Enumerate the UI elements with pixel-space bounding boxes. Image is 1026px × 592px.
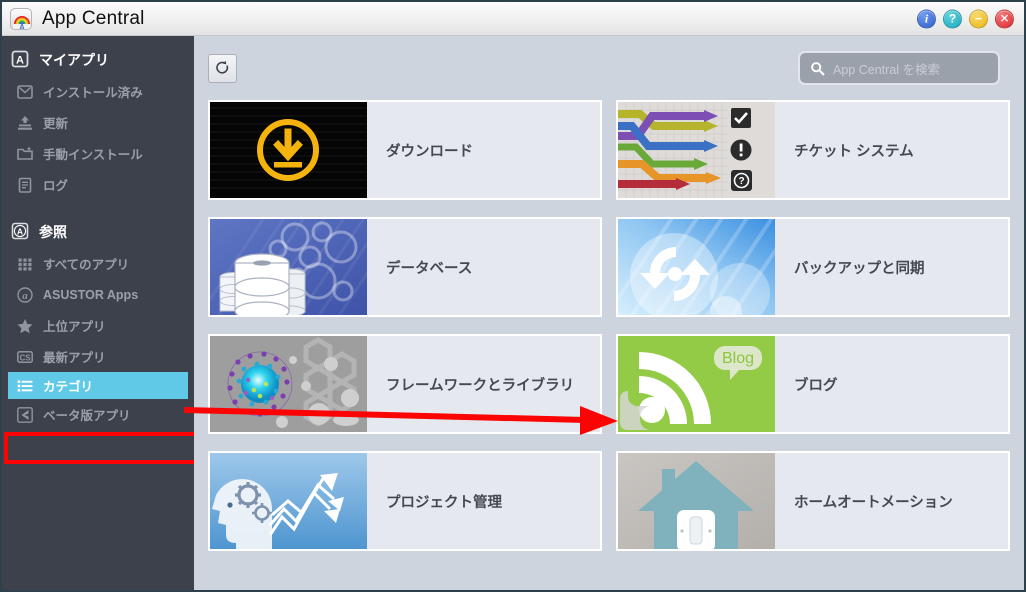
home-automation-thumb [618, 453, 775, 549]
sidebar-header-browse-label: 参照 [39, 224, 67, 240]
sidebar-item-top-apps[interactable]: 上位アプリ [2, 310, 194, 341]
boxed-a-icon: A [10, 49, 30, 72]
sidebar-item-installed[interactable]: インストール済み [2, 76, 194, 107]
blog-thumb: Blog [618, 336, 775, 432]
minimize-button[interactable]: − [969, 9, 988, 28]
sidebar-item-category-label: カテゴリ [43, 380, 94, 394]
category-list-icon [16, 377, 34, 395]
category-card-project-management-label: プロジェクト管理 [386, 494, 502, 511]
info-button[interactable]: i [917, 9, 936, 28]
sidebar: A マイアプリ インストール済み 更新 手動インストール ログ A 参照 すべて… [2, 36, 198, 590]
sidebar-item-all-apps-label: すべてのアプリ [43, 258, 130, 272]
sidebar-header-my-apps: A マイアプリ [2, 44, 194, 76]
latest-cs-icon: CS [16, 348, 34, 366]
sidebar-item-beta-apps[interactable]: ベータ版アプリ [2, 399, 194, 430]
folder-plus-icon [16, 145, 34, 163]
blog-badge-text: Blog [722, 350, 754, 367]
sidebar-header-browse: A 参照 [2, 216, 194, 248]
update-upload-icon [16, 114, 34, 132]
svg-text:A: A [17, 226, 23, 236]
toolbar: App Central を検索 [194, 36, 1024, 100]
category-card-ticket-system[interactable]: ? チケット システム [616, 100, 1010, 200]
category-card-database-label: データベース [386, 260, 473, 277]
log-document-icon [16, 176, 34, 194]
download-thumb [210, 102, 367, 198]
sidebar-item-log[interactable]: ログ [2, 169, 194, 200]
sidebar-group-browse: A 参照 すべてのアプリ a ASUSTOR Apps 上位アプリ CS 最新ア… [2, 216, 194, 430]
svg-text:a: a [22, 290, 28, 302]
sidebar-item-beta-apps-label: ベータ版アプリ [43, 409, 131, 423]
sidebar-item-installed-label: インストール済み [43, 86, 143, 100]
sidebar-item-latest-apps-label: 最新アプリ [43, 351, 106, 365]
title-bar: A App Central i ? − ✕ [2, 2, 1024, 36]
category-card-project-management[interactable]: プロジェクト管理 [208, 451, 602, 551]
sidebar-item-latest-apps[interactable]: CS 最新アプリ [2, 341, 194, 372]
grid-icon [16, 255, 34, 273]
window-title: App Central [42, 7, 145, 29]
search-input[interactable]: App Central を検索 [798, 51, 1000, 85]
database-thumb [210, 219, 367, 315]
installed-box-icon [16, 83, 34, 101]
svg-text:A: A [16, 54, 24, 66]
category-highlight-box [4, 432, 198, 464]
sidebar-item-update[interactable]: 更新 [2, 107, 194, 138]
window-controls: i ? − ✕ [917, 9, 1014, 28]
sidebar-header-my-apps-label: マイアプリ [39, 52, 109, 68]
sidebar-group-my-apps: A マイアプリ インストール済み 更新 手動インストール ログ [2, 44, 194, 200]
sidebar-item-asustor-apps[interactable]: a ASUSTOR Apps [2, 279, 194, 310]
category-card-home-automation-label: ホームオートメーション [794, 494, 953, 511]
category-card-download[interactable]: ダウンロード [208, 100, 602, 200]
sidebar-item-all-apps[interactable]: すべてのアプリ [2, 248, 194, 279]
category-card-framework-library-label: フレームワークとライブラリ [386, 377, 575, 394]
sidebar-item-category[interactable]: カテゴリ [8, 372, 188, 399]
asustor-a-icon: a [16, 286, 34, 304]
sidebar-item-manual-install[interactable]: 手動インストール [2, 138, 194, 169]
sidebar-item-manual-install-label: 手動インストール [43, 148, 143, 162]
category-card-database[interactable]: データベース [208, 217, 602, 317]
beta-arrow-icon [16, 406, 34, 424]
app-central-icon: A [10, 7, 32, 30]
sidebar-item-top-apps-label: 上位アプリ [43, 320, 106, 334]
category-card-ticket-system-label: チケット システム [794, 143, 914, 160]
category-grid: ダウンロード ? チケット システム データベース バックアップと同期 フレーム… [194, 100, 1024, 551]
star-icon [16, 317, 34, 335]
search-icon [811, 61, 825, 75]
refresh-button[interactable] [208, 53, 237, 83]
sidebar-item-log-label: ログ [43, 179, 69, 193]
help-button[interactable]: ? [943, 9, 962, 28]
svg-text:CS: CS [19, 353, 31, 362]
svg-text:A: A [19, 23, 25, 30]
refresh-icon [216, 60, 229, 74]
category-card-home-automation[interactable]: ホームオートメーション [616, 451, 1010, 551]
category-card-blog-label: ブログ [794, 377, 838, 394]
svg-text:?: ? [738, 176, 744, 187]
main-content: App Central を検索 ダウンロード ? チケット システム データベー… [194, 36, 1024, 590]
category-card-blog[interactable]: Blog ブログ [616, 334, 1010, 434]
ticket-system-thumb: ? [618, 102, 775, 198]
category-card-backup-sync[interactable]: バックアップと同期 [616, 217, 1010, 317]
app-central-window: A App Central i ? − ✕ A マイアプリ インストール済み 更… [0, 0, 1026, 592]
close-button[interactable]: ✕ [995, 9, 1014, 28]
category-card-framework-library[interactable]: フレームワークとライブラリ [208, 334, 602, 434]
sidebar-item-update-label: 更新 [43, 117, 69, 131]
sidebar-item-asustor-apps-label: ASUSTOR Apps [43, 287, 139, 302]
framework-thumb [210, 336, 367, 432]
circled-a-icon: A [10, 221, 30, 244]
search-placeholder: App Central を検索 [833, 62, 940, 77]
project-mgmt-thumb [210, 453, 367, 549]
category-card-backup-sync-label: バックアップと同期 [794, 260, 925, 277]
backup-sync-thumb [618, 219, 775, 315]
sidebar-divider [2, 202, 194, 216]
category-card-download-label: ダウンロード [386, 143, 473, 160]
